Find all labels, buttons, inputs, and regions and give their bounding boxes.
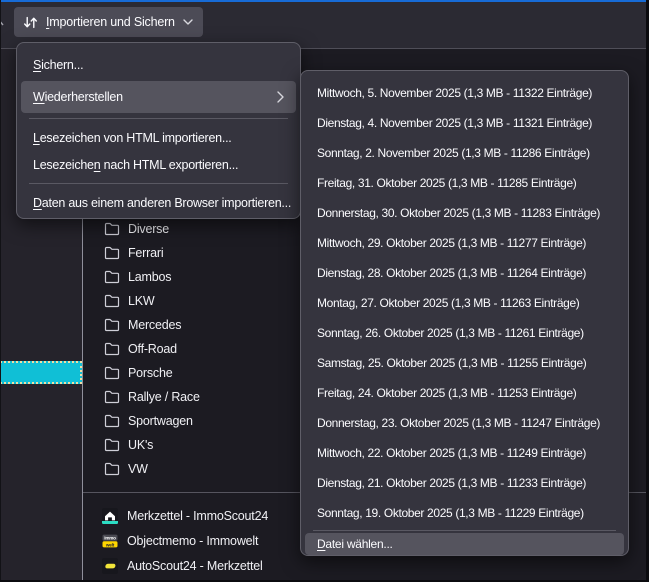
bookmark-label: AutoScout24 - Merkzettel [127, 559, 263, 573]
backup-entry[interactable]: Sonntag, 19. Oktober 2025 (1,3 MB - 1122… [301, 498, 628, 528]
menu-item-import-html[interactable]: Lesezeichen von HTML importieren... [17, 124, 300, 151]
menu-item-export-html[interactable]: Lesezeichen nach HTML exportieren... [17, 151, 300, 178]
backup-entry[interactable]: Freitag, 24. Oktober 2025 (1,3 MB - 1125… [301, 378, 628, 408]
backup-entry[interactable]: Dienstag, 4. November 2025 (1,3 MB - 113… [301, 108, 628, 138]
backup-entry[interactable]: Freitag, 31. Oktober 2025 (1,3 MB - 1128… [301, 168, 628, 198]
backup-entry[interactable]: Samstag, 25. Oktober 2025 (1,3 MB - 1125… [301, 348, 628, 378]
menu-item-label: Lesezeichen von HTML importieren... [33, 131, 232, 145]
backup-entry[interactable]: Sonntag, 26. Oktober 2025 (1,3 MB - 1126… [301, 318, 628, 348]
folder-icon [104, 245, 120, 261]
menu-item-backup[interactable]: Sichern... [17, 49, 300, 81]
menu-item-import-browser[interactable]: Daten aus einem anderen Browser importie… [17, 189, 300, 216]
folder-icon [104, 413, 120, 429]
backup-entry[interactable]: Donnerstag, 30. Oktober 2025 (1,3 MB - 1… [301, 198, 628, 228]
chevron-right-icon [277, 91, 284, 103]
folder-label: Diverse [128, 222, 169, 236]
folder-label: Off-Road [128, 342, 177, 356]
folder-icon [104, 221, 120, 237]
bookmark-label: Objectmemo - Immowelt [127, 534, 258, 548]
folder-icon [104, 437, 120, 453]
menu-item-restore[interactable]: Wiederherstellen [21, 81, 296, 113]
bookmark-label: Merkzettel - ImmoScout24 [127, 509, 268, 523]
folder-icon [104, 317, 120, 333]
backup-entry[interactable]: Mittwoch, 5. November 2025 (1,3 MB - 113… [301, 78, 628, 108]
backup-entry[interactable]: Montag, 27. Oktober 2025 (1,3 MB - 11263… [301, 288, 628, 318]
folder-icon [104, 269, 120, 285]
chevron-down-icon [183, 19, 193, 25]
folder-icon [104, 389, 120, 405]
folder-icon [104, 461, 120, 477]
menu-item-label: Datei wählen... [317, 537, 393, 551]
backup-entry[interactable]: Mittwoch, 22. Oktober 2025 (1,3 MB - 112… [301, 438, 628, 468]
import-backup-button-label: Importieren und Sichern [46, 15, 175, 29]
svg-text:immo: immo [104, 535, 116, 540]
backup-entry[interactable]: Mittwoch, 29. Oktober 2025 (1,3 MB - 112… [301, 228, 628, 258]
sidebar-selected-item[interactable] [0, 361, 82, 384]
folder-label: Sportwagen [128, 414, 193, 428]
backup-entry[interactable]: Dienstag, 21. Oktober 2025 (1,3 MB - 112… [301, 468, 628, 498]
folder-icon [104, 293, 120, 309]
folder-label: Rallye / Race [128, 390, 200, 404]
library-window: Diverse Ferrari Lambos LKW Mercedes Off-… [0, 0, 649, 582]
backup-entry[interactable]: Dienstag, 28. Oktober 2025 (1,3 MB - 112… [301, 258, 628, 288]
menu-separator [313, 530, 616, 531]
import-backup-button[interactable]: Importieren und Sichern [14, 7, 203, 37]
folder-icon [104, 365, 120, 381]
menu-item-label: Sichern... [33, 58, 83, 72]
folder-icon [104, 341, 120, 357]
immowelt-icon: immo welt [102, 533, 118, 549]
folder-label: Porsche [128, 366, 172, 380]
immoscout24-icon [102, 508, 118, 524]
folder-label: Ferrari [128, 246, 163, 260]
menu-separator [29, 118, 288, 119]
menu-item-label: Daten aus einem anderen Browser importie… [33, 196, 291, 210]
autoscout24-icon [102, 558, 118, 574]
folder-label: UK's [128, 438, 153, 452]
menu-item-choose-file[interactable]: Datei wählen... [305, 533, 624, 555]
folder-label: Mercedes [128, 318, 181, 332]
import-backup-menu: Sichern... Wiederherstellen Lesezeichen … [16, 42, 301, 219]
window-border-left [0, 0, 1, 582]
menu-separator [29, 183, 288, 184]
import-export-icon [23, 15, 38, 30]
backup-entry[interactable]: Donnerstag, 23. Oktober 2025 (1,3 MB - 1… [301, 408, 628, 438]
svg-text:welt: welt [105, 542, 115, 547]
backup-entry[interactable]: Sonntag, 2. November 2025 (1,3 MB - 1128… [301, 138, 628, 168]
folder-label: LKW [128, 294, 155, 308]
folder-label: VW [128, 462, 148, 476]
menu-item-label: Lesezeichen nach HTML exportieren... [33, 158, 238, 172]
menu-item-label: Wiederherstellen [33, 90, 123, 104]
restore-submenu: Mittwoch, 5. November 2025 (1,3 MB - 113… [300, 70, 629, 556]
list-item[interactable]: AutoScout24 - Merkzettel [83, 553, 643, 578]
window-accent-border [0, 0, 649, 2]
folder-label: Lambos [128, 270, 171, 284]
